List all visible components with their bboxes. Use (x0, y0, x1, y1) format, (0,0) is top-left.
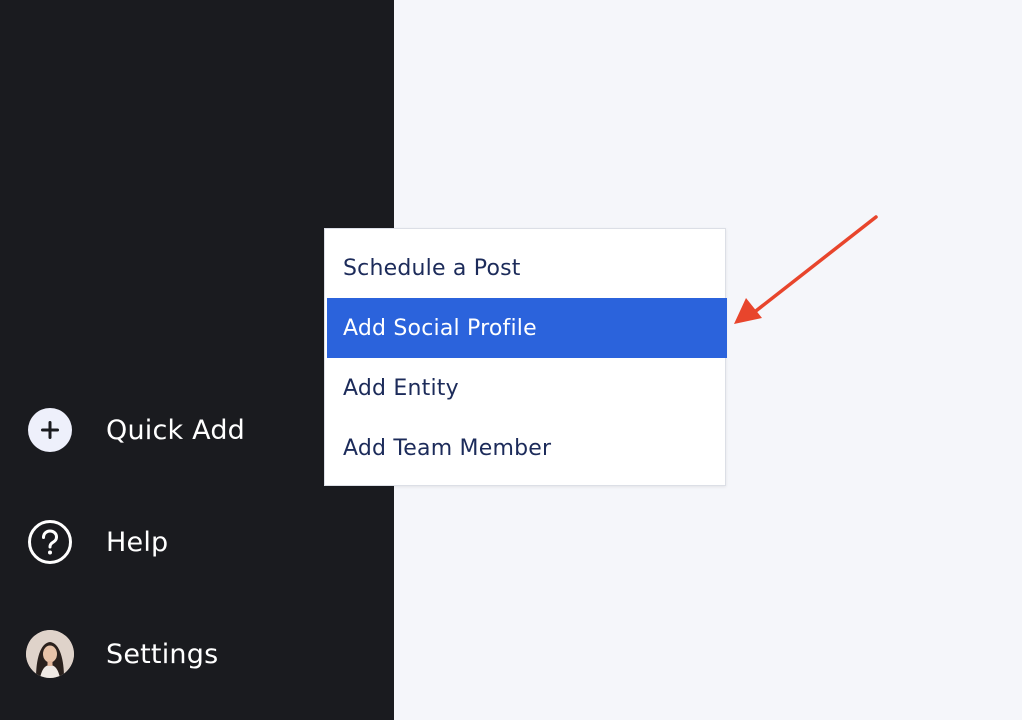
quick-add-dropdown-menu: Schedule a Post Add Social Profile Add E… (324, 228, 727, 486)
menu-item-add-entity[interactable]: Add Entity (327, 358, 727, 418)
sidebar-item-quick-add[interactable]: Quick Add (26, 406, 245, 454)
menu-item-add-team-member[interactable]: Add Team Member (327, 418, 727, 478)
annotation-arrow-icon (734, 215, 878, 324)
sidebar-item-help[interactable]: Help (26, 518, 168, 566)
plus-circle-icon (26, 406, 74, 454)
sidebar-item-settings[interactable]: Settings (26, 630, 218, 678)
sidebar-item-label: Help (106, 526, 169, 558)
avatar (26, 630, 74, 678)
question-circle-icon (26, 518, 74, 566)
sidebar-item-label: Settings (106, 638, 219, 670)
sidebar-item-label: Quick Add (106, 414, 246, 446)
menu-item-schedule-post[interactable]: Schedule a Post (327, 238, 727, 298)
menu-item-add-social-profile[interactable]: Add Social Profile (327, 298, 727, 358)
